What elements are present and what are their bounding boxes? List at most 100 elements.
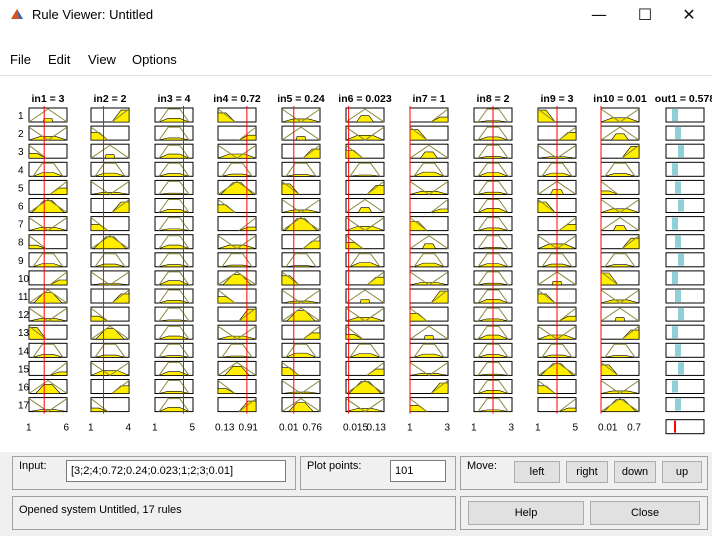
column-header: in1 = 3 [32, 93, 65, 105]
range-min-label: 0.01 [598, 423, 618, 434]
output-bar [675, 398, 681, 411]
rule-number: 1 [18, 111, 24, 122]
mf-plot [665, 107, 705, 123]
column-header: in7 = 1 [413, 93, 446, 105]
output-bar [672, 163, 678, 176]
input-label: Input: [19, 460, 47, 472]
range-max-label: 0.91 [239, 423, 259, 434]
output-bar [672, 217, 678, 230]
rule-number: 3 [18, 147, 24, 158]
rule-number: 12 [18, 310, 30, 321]
column-header: in5 = 0.24 [277, 93, 325, 105]
mf-plot [665, 143, 705, 159]
rule-number: 6 [18, 202, 24, 213]
column-header: in4 = 0.72 [213, 93, 261, 105]
output-bar [675, 235, 681, 248]
rule-number: 2 [18, 129, 24, 140]
control-panel: Input: [3;2;4;0.72;0.24;0.023;1;2;3;0.01… [0, 452, 712, 536]
mf-plot [665, 360, 705, 376]
mf-plot [665, 306, 705, 322]
output-bar [675, 344, 681, 357]
plot-points-label: Plot points: [307, 460, 362, 472]
output-bar [672, 326, 678, 339]
rule-number: 13 [18, 328, 30, 339]
mf-fill [423, 335, 435, 340]
output-aggregate [665, 419, 705, 435]
rule-number: 16 [18, 383, 30, 394]
rule-number: 15 [18, 364, 30, 375]
mf-plot [665, 270, 705, 286]
output-bar [678, 145, 684, 158]
range-min-label: 0.015 [343, 423, 368, 434]
menu-file[interactable]: File [10, 52, 31, 67]
mf-plot [665, 324, 705, 340]
mf-plot [665, 161, 705, 177]
mf-fill [614, 317, 626, 322]
mf-fill [357, 207, 373, 213]
rule-number: 7 [18, 220, 24, 231]
output-bar [672, 380, 678, 393]
close-button[interactable]: Close [590, 501, 700, 525]
output-bar [672, 109, 678, 121]
column-header: in6 = 0.023 [338, 93, 392, 105]
menu-options[interactable]: Options [132, 52, 177, 67]
range-max-label: 0.76 [303, 423, 323, 434]
range-max-label: 3 [508, 423, 514, 434]
mf-plot [665, 198, 705, 213]
window-title: Rule Viewer: Untitled [32, 7, 154, 22]
range-min-label: 1 [152, 423, 158, 434]
range-max-label: 0.7 [627, 423, 641, 434]
move-down-button[interactable]: down [614, 461, 656, 483]
rule-number: 8 [18, 238, 24, 249]
column-header: out1 = 0.578 [655, 93, 712, 105]
mf-plot [665, 379, 705, 394]
mf-fill [359, 299, 371, 304]
plot-points-field[interactable]: 101 [390, 460, 446, 482]
move-left-button[interactable]: left [514, 461, 560, 483]
rule-number: 14 [18, 346, 30, 357]
mf-plot [665, 125, 705, 141]
mf-plot [665, 288, 705, 304]
column-header: in10 = 0.01 [593, 93, 647, 105]
rule-number: 5 [18, 183, 24, 194]
column-header: in3 = 4 [158, 93, 191, 105]
move-right-button[interactable]: right [566, 461, 608, 483]
move-up-button[interactable]: up [662, 461, 702, 483]
range-max-label: 0.13 [367, 423, 387, 434]
help-button[interactable]: Help [468, 501, 584, 525]
output-bar [678, 199, 684, 212]
close-window-button[interactable]: ✕ [666, 0, 712, 30]
menu-view[interactable]: View [88, 52, 116, 67]
column-header: in9 = 3 [541, 93, 574, 105]
range-min-label: 0.13 [215, 423, 235, 434]
range-min-label: 1 [471, 423, 477, 434]
output-bar [675, 290, 681, 302]
mf-plot [665, 397, 705, 413]
title-bar: Rule Viewer: Untitled — ☐ ✕ [0, 0, 712, 30]
mf-fill [295, 136, 307, 141]
range-min-label: 1 [26, 423, 32, 434]
mf-plot [665, 234, 705, 250]
range-min-label: 1 [535, 423, 541, 434]
range-max-label: 5 [572, 423, 578, 434]
mf-fill [421, 243, 437, 249]
mf-plot [665, 342, 705, 358]
menu-edit[interactable]: Edit [48, 52, 70, 67]
mf-plot [665, 252, 705, 268]
minimize-button[interactable]: — [576, 0, 622, 30]
move-label: Move: [467, 460, 497, 472]
input-field[interactable]: [3;2;4;0.72;0.24;0.023;1;2;3;0.01] [66, 460, 286, 482]
mf-plot [665, 179, 705, 195]
rule-number: 10 [18, 274, 30, 285]
range-min-label: 0.01 [279, 423, 299, 434]
range-min-label: 1 [88, 423, 94, 434]
rule-number: 11 [18, 292, 29, 303]
mf-plot [281, 379, 321, 394]
maximize-button[interactable]: ☐ [622, 0, 668, 30]
range-max-label: 3 [444, 423, 450, 434]
range-max-label: 6 [63, 423, 69, 434]
output-bar [678, 308, 684, 321]
rule-grid[interactable]: in1 = 3 in2 = 2 in3 = 4 in4 = 0.72 in5 = 0.2… [0, 80, 712, 452]
mf-fill [104, 154, 116, 159]
rule-number: 4 [18, 165, 24, 176]
